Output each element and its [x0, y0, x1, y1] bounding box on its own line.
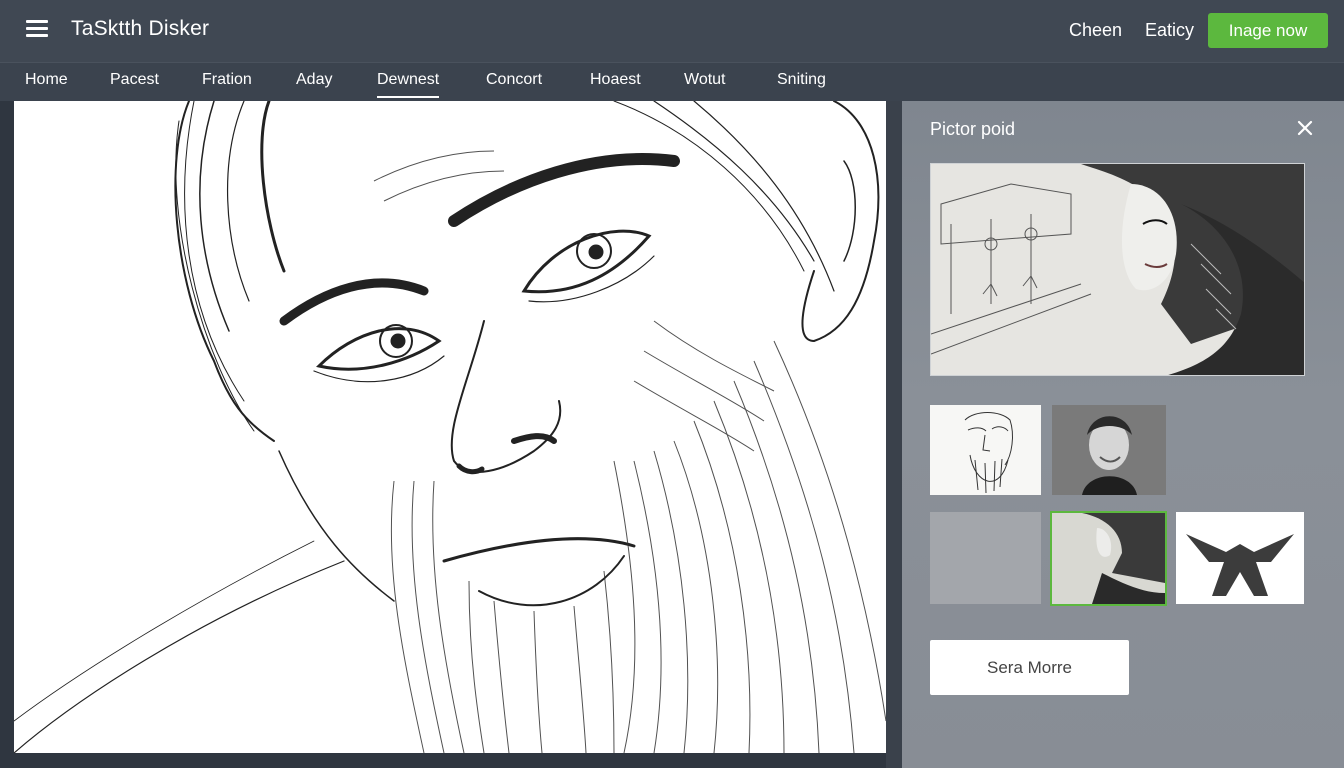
nav-item-wotut[interactable]: Wotut [684, 71, 726, 96]
bottom-edge [0, 753, 902, 768]
featured-image[interactable] [930, 163, 1305, 376]
nav-bar: Home Pacest Fration Aday Dewnest Concort… [0, 62, 1344, 101]
see-more-button[interactable]: Sera Morre [930, 640, 1129, 695]
nav-item-aday[interactable]: Aday [296, 71, 332, 96]
thumbnail-5[interactable] [1176, 512, 1304, 604]
image-now-button[interactable]: Inage now [1208, 13, 1328, 48]
top-bar: TaSktth Disker Cheen Eaticy Inage now [0, 0, 1344, 62]
header-link-cheen[interactable]: Cheen [1069, 20, 1122, 41]
thumbnail-4-selected[interactable] [1050, 511, 1167, 606]
nav-item-hoaest[interactable]: Hoaest [590, 71, 641, 96]
header-link-eaticy[interactable]: Eaticy [1145, 20, 1194, 41]
panel-title: Pictor poid [930, 119, 1016, 139]
menu-icon[interactable] [26, 20, 48, 42]
portrait-sketch [14, 101, 886, 753]
nav-item-pacest[interactable]: Pacest [110, 71, 159, 96]
left-edge [0, 101, 14, 768]
nav-item-concort[interactable]: Concort [486, 71, 542, 96]
nav-item-fration[interactable]: Fration [202, 71, 252, 96]
app-title: TaSktth Disker [71, 17, 210, 40]
side-panel: Pictor poid Sera Morre [902, 101, 1344, 768]
panel-gutter [886, 101, 902, 768]
nav-item-home[interactable]: Home [25, 71, 68, 96]
thumbnail-3[interactable] [930, 512, 1041, 604]
nav-item-sniting[interactable]: Sniting [777, 71, 826, 96]
nav-item-dewnest[interactable]: Dewnest [377, 71, 440, 98]
thumbnail-2[interactable] [1052, 405, 1166, 495]
thumbnail-1[interactable] [930, 405, 1041, 495]
sketch-canvas[interactable] [14, 101, 886, 753]
close-icon[interactable] [1294, 117, 1316, 139]
